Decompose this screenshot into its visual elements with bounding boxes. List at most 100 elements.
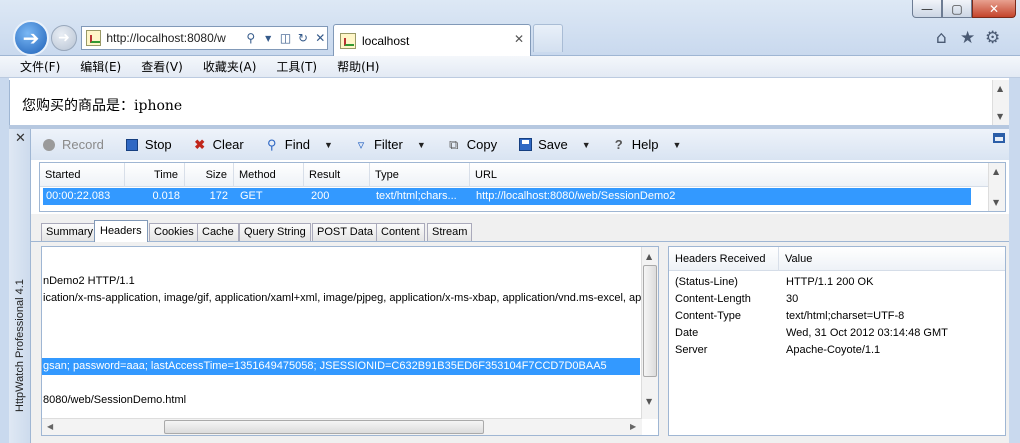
table-row[interactable]: (Status-Line) HTTP/1.1 200 OK bbox=[669, 274, 1005, 291]
table-row[interactable]: Content-Length 30 bbox=[669, 291, 1005, 308]
menu-edit[interactable]: 编辑(E) bbox=[80, 58, 121, 75]
tab-cache[interactable]: Cache bbox=[197, 223, 239, 241]
page-scrollbar[interactable]: ▲ ▼ bbox=[992, 80, 1009, 125]
menu-bar: 文件(F) 编辑(E) 查看(V) 收藏夹(A) 工具(T) 帮助(H) bbox=[0, 56, 1020, 78]
new-tab-button[interactable] bbox=[533, 24, 563, 52]
raw-line bbox=[42, 307, 43, 324]
raw-vertical-scrollbar[interactable]: ▲ ▼ bbox=[641, 247, 658, 419]
search-icon[interactable]: ⚲ bbox=[244, 31, 257, 45]
scroll-right-icon[interactable]: ▶ bbox=[630, 422, 636, 431]
column-header-url[interactable]: URL bbox=[470, 163, 990, 187]
column-header-value[interactable]: Value bbox=[779, 247, 1005, 271]
address-input[interactable]: http://localhost:8080/w bbox=[106, 31, 240, 45]
stop-icon bbox=[124, 137, 140, 153]
help-dropdown-icon[interactable]: ▼ bbox=[672, 140, 681, 150]
clear-icon: ✖ bbox=[194, 136, 206, 152]
magnifier-icon: ⚲ bbox=[266, 136, 277, 152]
header-name: Content-Type bbox=[675, 310, 742, 322]
cell-size: 172 bbox=[209, 190, 228, 202]
column-header-headers-received[interactable]: Headers Received bbox=[669, 247, 779, 271]
tab-cookies[interactable]: Cookies bbox=[149, 223, 199, 241]
frame-left bbox=[0, 78, 9, 443]
help-question-icon: ? bbox=[614, 137, 623, 152]
menu-tools[interactable]: 工具(T) bbox=[276, 58, 317, 75]
filter-dropdown-icon[interactable]: ▼ bbox=[417, 140, 426, 150]
raw-line bbox=[42, 324, 43, 341]
maximize-button[interactable]: ▢ bbox=[942, 0, 972, 18]
save-dropdown-icon[interactable]: ▼ bbox=[582, 140, 591, 150]
address-bar[interactable]: http://localhost:8080/w ⚲ ▼ ◫ ↻ ✕ bbox=[81, 26, 328, 50]
scroll-thumb[interactable] bbox=[643, 265, 657, 377]
raw-horizontal-scrollbar[interactable]: ◀ ▶ bbox=[42, 418, 642, 435]
grid-scrollbar[interactable]: ▲ ▼ bbox=[988, 163, 1005, 211]
chevron-down-icon[interactable]: ▼ bbox=[262, 34, 275, 43]
window-controls: — ▢ ✕ bbox=[912, 0, 1016, 20]
raw-line bbox=[42, 375, 43, 392]
close-window-button[interactable]: ✕ bbox=[972, 0, 1016, 18]
back-button[interactable]: ➔ bbox=[13, 20, 49, 56]
minimize-button[interactable]: — bbox=[912, 0, 942, 18]
dock-window-icon[interactable] bbox=[993, 133, 1005, 143]
refresh-icon[interactable]: ↻ bbox=[296, 31, 309, 45]
menu-file[interactable]: 文件(F) bbox=[20, 58, 60, 75]
stop-icon[interactable]: ✕ bbox=[314, 31, 327, 45]
column-header-type[interactable]: Type bbox=[370, 163, 470, 187]
save-button[interactable]: Save ▼ bbox=[517, 137, 591, 153]
header-name: Server bbox=[675, 344, 708, 356]
scroll-down-icon[interactable]: ▼ bbox=[993, 198, 999, 207]
tab-content[interactable]: Content bbox=[376, 223, 425, 241]
compatibility-view-icon[interactable]: ◫ bbox=[279, 31, 292, 45]
column-header-result[interactable]: Result bbox=[304, 163, 370, 187]
grid-header: Started Time Size Method Result Type URL bbox=[40, 163, 990, 187]
menu-help[interactable]: 帮助(H) bbox=[337, 58, 379, 75]
page-text: 您购买的商品是：iphone bbox=[22, 98, 183, 114]
filter-button[interactable]: ▿ Filter ▼ bbox=[353, 137, 426, 153]
scroll-up-icon[interactable]: ▲ bbox=[646, 252, 652, 261]
stop-button[interactable]: Stop bbox=[124, 137, 172, 153]
header-name: Date bbox=[675, 327, 699, 339]
tab-localhost[interactable]: localhost ✕ bbox=[333, 24, 531, 56]
scroll-down-icon[interactable]: ▼ bbox=[997, 112, 1003, 121]
tab-headers[interactable]: Headers bbox=[94, 220, 148, 242]
table-row[interactable]: 00:00:22.083 0.018 172 GET 200 text/html… bbox=[43, 188, 971, 205]
raw-line-selected[interactable]: gsan; password=aaa; lastAccessTime=13516… bbox=[42, 358, 640, 375]
raw-line: 8080/web/SessionDemo.html bbox=[43, 394, 187, 406]
tab-query-string[interactable]: Query String bbox=[239, 223, 311, 241]
scroll-left-icon[interactable]: ◀ bbox=[47, 422, 53, 431]
clear-button[interactable]: ✖ Clear bbox=[192, 137, 244, 153]
copy-button[interactable]: ⧉ Copy bbox=[446, 137, 497, 153]
column-header-time[interactable]: Time bbox=[125, 163, 185, 187]
table-row[interactable]: Content-Type text/html;charset=UTF-8 bbox=[669, 308, 1005, 325]
table-row[interactable]: Date Wed, 31 Oct 2012 03:14:48 GMT bbox=[669, 325, 1005, 342]
favorites-star-icon[interactable]: ★ bbox=[960, 28, 975, 48]
scroll-up-icon[interactable]: ▲ bbox=[993, 167, 999, 176]
menu-favorites[interactable]: 收藏夹(A) bbox=[203, 58, 257, 75]
header-name: (Status-Line) bbox=[675, 276, 738, 288]
column-header-started[interactable]: Started bbox=[40, 163, 125, 187]
scroll-up-icon[interactable]: ▲ bbox=[997, 84, 1003, 93]
tab-summary[interactable]: Summary bbox=[41, 223, 99, 241]
scroll-thumb[interactable] bbox=[164, 420, 484, 434]
close-tab-icon[interactable]: ✕ bbox=[514, 32, 524, 46]
tab-post-data[interactable]: POST Data bbox=[312, 223, 379, 241]
table-row[interactable]: Server Apache-Coyote/1.1 bbox=[669, 342, 1005, 359]
forward-button[interactable]: ➜ bbox=[51, 25, 77, 51]
home-icon[interactable]: ⌂ bbox=[936, 28, 947, 48]
record-button[interactable]: Record bbox=[41, 137, 104, 153]
detail-tabs: Summary Headers Cookies Cache Query Stri… bbox=[31, 214, 1009, 242]
help-label: Help bbox=[631, 137, 659, 152]
save-label: Save bbox=[538, 137, 568, 152]
filter-label: Filter bbox=[373, 137, 403, 152]
find-dropdown-icon[interactable]: ▼ bbox=[324, 140, 333, 150]
close-icon[interactable]: ✕ bbox=[15, 131, 26, 146]
find-button[interactable]: ⚲ Find ▼ bbox=[264, 137, 333, 153]
header-value: 30 bbox=[786, 293, 799, 305]
gear-icon[interactable]: ⚙ bbox=[985, 28, 1000, 48]
scroll-down-icon[interactable]: ▼ bbox=[646, 397, 652, 406]
column-header-method[interactable]: Method bbox=[234, 163, 304, 187]
help-button[interactable]: ? Help ▼ bbox=[611, 137, 682, 153]
tab-stream[interactable]: Stream bbox=[427, 223, 473, 241]
column-header-size[interactable]: Size bbox=[185, 163, 234, 187]
headers-table-header: Headers Received Value bbox=[669, 247, 1005, 271]
menu-view[interactable]: 查看(V) bbox=[141, 58, 183, 75]
